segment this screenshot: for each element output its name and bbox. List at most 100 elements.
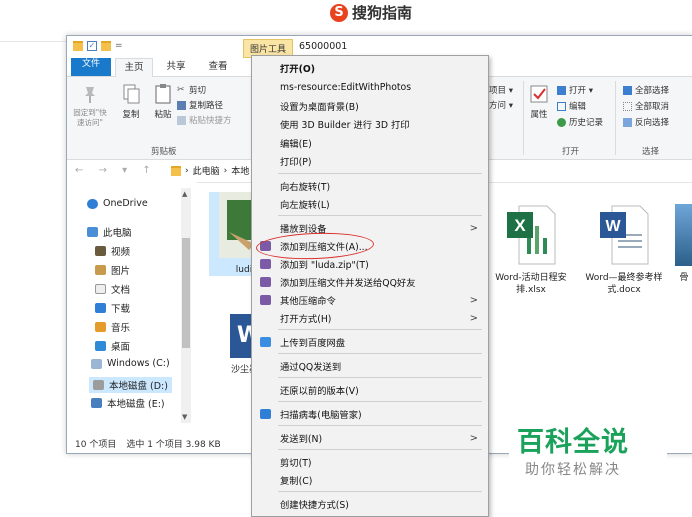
menu-item-create-shortcut[interactable]: 创建快捷方式(S) (252, 495, 488, 513)
menu-item-label: 上传到百度网盘 (280, 338, 346, 349)
nav-label: 文档 (111, 285, 131, 296)
folder-icon[interactable] (73, 41, 83, 51)
windows-drive-icon (91, 358, 102, 369)
invert-selection-button[interactable]: 反向选择 (623, 116, 669, 128)
menu-item-set-desktop-background[interactable]: 设置为桌面背景(B) (252, 97, 488, 115)
menu-item-rotate-left[interactable]: 向左旋转(L) (252, 195, 488, 213)
menu-separator (278, 491, 482, 492)
menu-item-cut[interactable]: 剪切(T) (252, 453, 488, 471)
tab-view[interactable]: 查看 (203, 58, 233, 76)
properties-button[interactable]: 属性 (529, 83, 549, 120)
menu-item-upload-baidu[interactable]: 上传到百度网盘 (252, 333, 488, 351)
menu-item-edit-with-photos[interactable]: ms-resource:EditWithPhotos (252, 78, 488, 96)
file-item[interactable]: 骨 (675, 204, 692, 284)
sogou-s-icon: S (330, 3, 348, 22)
navigation-arrows[interactable]: ← → ▾ ↑ (75, 165, 157, 176)
breadcrumb-this-pc[interactable]: 此电脑 (193, 164, 220, 177)
menu-item-label: 编辑(E) (280, 139, 312, 150)
nav-desktop[interactable]: 桌面 (95, 339, 130, 353)
pin-quick-access-button[interactable]: 固定到"快速访问" (71, 83, 109, 128)
nav-downloads[interactable]: 下载 (95, 301, 130, 315)
menu-item-label: 还原以前的版本(V) (280, 386, 359, 397)
menu-item-print[interactable]: 打印(P) (252, 152, 488, 170)
watermark-subtitle: 助你轻松解决 (525, 462, 621, 478)
menu-item-label: 打印(P) (280, 157, 312, 168)
breadcrumb[interactable]: › 此电脑 › 本地 (171, 164, 249, 177)
menu-item-3d-print[interactable]: 使用 3D Builder 进行 3D 打印 (252, 115, 488, 133)
copy-button[interactable]: 复制 (121, 83, 141, 120)
pictures-icon (95, 265, 106, 275)
paste-shortcut-icon (177, 115, 186, 125)
nav-pane-scrollbar[interactable]: ▲ ▼ (181, 188, 191, 423)
nav-drive-d[interactable]: 本地磁盘 (D:) (89, 377, 172, 393)
nav-this-pc[interactable]: 此电脑 (87, 225, 132, 239)
menu-item-rotate-right[interactable]: 向右旋转(T) (252, 177, 488, 195)
menu-item-send-to[interactable]: 发送到(N) > (252, 429, 488, 447)
group-divider (615, 81, 616, 155)
select-none-label: 全部取消 (635, 102, 670, 112)
nav-music[interactable]: 音乐 (95, 320, 130, 334)
menu-item-copy[interactable]: 复制(C) (252, 471, 488, 489)
menu-item-label: 添加到压缩文件并发送给QQ好友 (280, 278, 416, 289)
tab-home[interactable]: 主页 (115, 58, 153, 77)
menu-item-restore-previous[interactable]: 还原以前的版本(V) (252, 381, 488, 399)
menu-item-open[interactable]: 打开(O) (252, 59, 488, 77)
customize-toolbar-dropdown[interactable]: = (115, 41, 123, 51)
history-button[interactable]: 历史记录 (557, 116, 603, 128)
nav-pictures[interactable]: 图片 (95, 263, 130, 277)
ribbon-partial-item-b[interactable]: 方问 ▾ (489, 99, 513, 111)
cut-button[interactable]: ✂ 剪切 (177, 84, 206, 96)
nav-documents[interactable]: 文档 (95, 282, 130, 296)
new-folder-icon[interactable] (101, 41, 111, 51)
edit-icon (557, 101, 566, 111)
nav-onedrive[interactable]: OneDrive (87, 198, 148, 209)
ribbon-partial-item-a[interactable]: 项目 ▾ (489, 84, 513, 96)
baidu-netdisk-icon (260, 337, 271, 347)
nav-drive-c[interactable]: Windows (C:) (91, 358, 170, 369)
sogou-guide-logo: S 搜狗指南 (330, 2, 412, 23)
file-item[interactable]: W Word—最终参考样式.docx (582, 204, 666, 296)
menu-separator (278, 173, 482, 174)
quick-access-toolbar: ✓ = (73, 41, 123, 51)
menu-item-label: 剪切(T) (280, 458, 312, 469)
submenu-arrow-icon: > (469, 294, 478, 306)
copy-path-button[interactable]: 复制路径 (177, 99, 223, 111)
scroll-down-arrow-icon[interactable]: ▼ (182, 413, 187, 421)
file-item[interactable]: X Word-活动日程安排.xlsx (492, 204, 570, 296)
item-count: 10 个项目 (75, 439, 117, 450)
select-none-icon (623, 101, 632, 111)
tab-file[interactable]: 文件 (71, 58, 111, 76)
watermark-title: 百科全说 (517, 427, 629, 458)
open-button[interactable]: 打开 ▾ (557, 84, 593, 96)
menu-item-open-with[interactable]: 打开方式(H) > (252, 309, 488, 327)
menu-item-send-via-qq[interactable]: 通过QQ发送到 (252, 357, 488, 375)
nav-drive-e[interactable]: 本地磁盘 (E:) (91, 396, 165, 410)
download-icon (95, 303, 106, 313)
tab-share[interactable]: 共享 (161, 58, 191, 76)
menu-item-archive-send-qq[interactable]: 添加到压缩文件并发送给QQ好友 (252, 273, 488, 291)
select-all-button[interactable]: 全部选择 (623, 84, 669, 96)
select-none-button[interactable]: 全部取消 (623, 100, 669, 112)
scrollbar-thumb[interactable] (182, 238, 190, 348)
properties-label: 属性 (530, 110, 548, 120)
menu-item-scan-virus[interactable]: 扫描病毒(电脑管家) (252, 405, 488, 423)
menu-item-label: 设置为桌面背景(B) (280, 102, 359, 113)
scroll-up-arrow-icon[interactable]: ▲ (182, 190, 187, 198)
properties-check-icon[interactable]: ✓ (87, 41, 97, 51)
invert-selection-icon (623, 117, 632, 127)
music-icon (95, 322, 106, 332)
baike-watermark: 百科全说 助你轻松解决 (509, 418, 667, 480)
winrar-icon (260, 277, 271, 287)
menu-separator (278, 425, 482, 426)
menu-item-edit[interactable]: 编辑(E) (252, 134, 488, 152)
paste-shortcut-button[interactable]: 粘贴快捷方 (177, 114, 232, 126)
nav-videos[interactable]: 视频 (95, 244, 130, 258)
nav-label: OneDrive (103, 198, 148, 209)
pin-icon (85, 87, 95, 103)
menu-item-label: 打开(O) (280, 64, 315, 75)
edit-button[interactable]: 编辑 (557, 100, 586, 112)
menu-item-other-compress[interactable]: 其他压缩命令 > (252, 291, 488, 309)
select-all-icon (623, 85, 632, 95)
breadcrumb-drive[interactable]: 本地 (231, 164, 249, 177)
paste-button[interactable]: 粘贴 (153, 83, 173, 120)
